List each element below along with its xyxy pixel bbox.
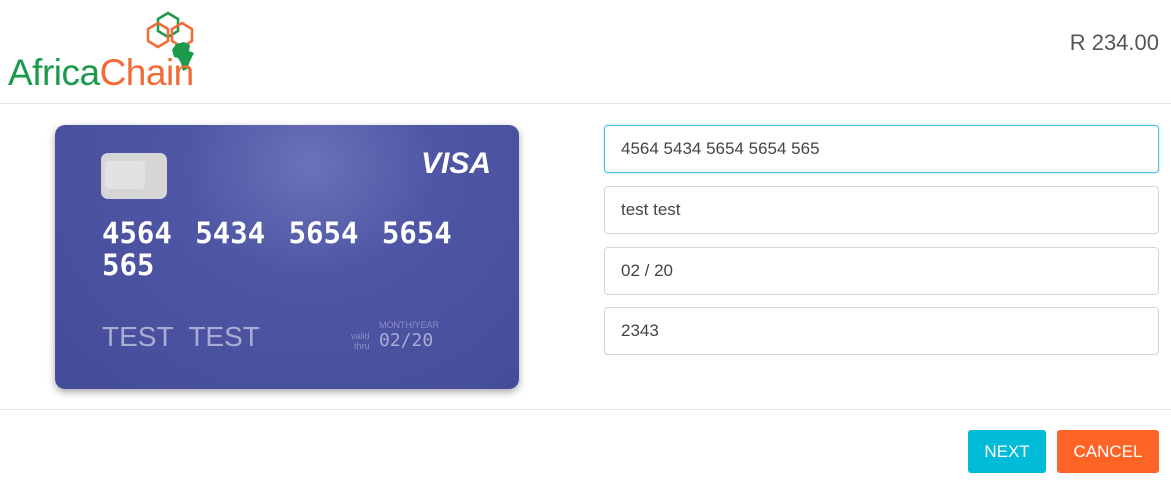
card-number-display: 4564 5434 5654 5654 565 [102,216,452,282]
card-number-input[interactable] [604,125,1159,173]
cancel-button[interactable]: CANCEL [1057,430,1159,473]
expiry-display: 02/20 [379,330,434,351]
credit-card-preview: VISA 4564 5434 5654 5654 565 TEST TEST v… [55,125,519,389]
expiry-label: MONTH/YEAR [379,320,440,330]
card-holder-display: TEST TEST [102,321,260,352]
expiry-input[interactable] [604,247,1159,295]
valid-thru-label: valid thru [351,331,370,351]
amount: R 234.00 [1069,30,1159,55]
name-input[interactable] [604,186,1159,234]
next-button[interactable]: NEXT [968,430,1046,473]
divider [0,409,1171,410]
chip-icon [101,153,167,199]
cvc-input[interactable] [604,307,1159,355]
visa-logo: VISA [420,147,491,180]
header: AfricaChain R 234.00 [0,0,1171,104]
africachain-logo: AfricaChain [8,10,213,93]
